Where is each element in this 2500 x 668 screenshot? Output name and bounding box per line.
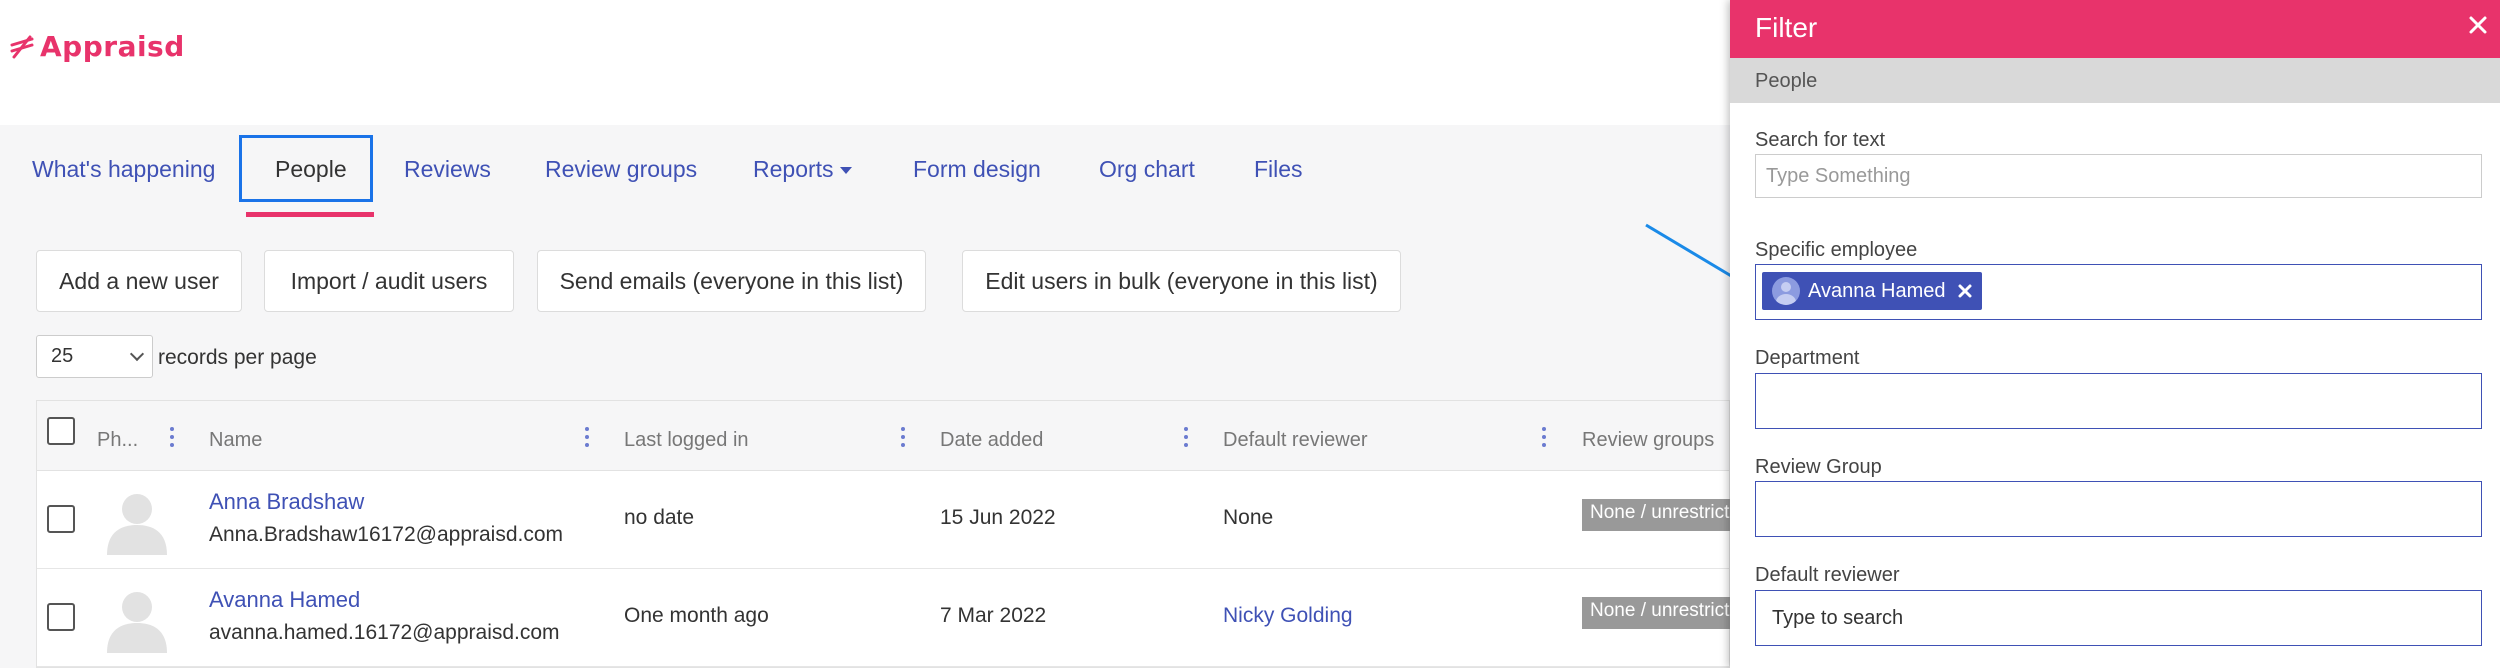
specific-employee-input[interactable]: Avanna Hamed	[1755, 264, 2482, 320]
column-menu-icon[interactable]	[170, 427, 174, 449]
records-per-page-label: records per page	[158, 346, 317, 369]
department-label: Department	[1755, 347, 1860, 369]
column-name[interactable]: Name	[209, 429, 262, 452]
table-row: Anna Bradshaw Anna.Bradshaw16172@apprais…	[37, 471, 1737, 569]
default-reviewer-value: None	[1223, 506, 1274, 529]
department-input[interactable]	[1755, 373, 2482, 429]
last-logged-in-value: One month ago	[624, 604, 769, 627]
default-reviewer-label: Default reviewer	[1755, 564, 1900, 586]
default-reviewer-placeholder: Type to search	[1772, 606, 1904, 629]
nav-item-people[interactable]: People	[275, 156, 347, 183]
column-last-logged-in[interactable]: Last logged in	[624, 429, 749, 452]
remove-tag-icon[interactable]	[1956, 282, 1974, 300]
user-email: Anna.Bradshaw16172@appraisd.com	[209, 523, 564, 546]
select-all-checkbox[interactable]	[47, 417, 75, 445]
column-menu-icon[interactable]	[901, 427, 905, 449]
review-group-badge: None / unrestricted	[1582, 597, 1737, 629]
send-emails-button[interactable]: Send emails (everyone in this list)	[537, 250, 926, 312]
search-text-input[interactable]: Type Something	[1755, 154, 2482, 198]
filter-panel-header: Filter	[1730, 0, 2500, 58]
nav-item-review-groups[interactable]: Review groups	[545, 156, 697, 183]
close-icon[interactable]	[2467, 14, 2489, 36]
nav-item-form-design[interactable]: Form design	[913, 156, 1041, 183]
filter-section-header: People	[1730, 58, 2500, 103]
employee-tag: Avanna Hamed	[1762, 272, 1982, 310]
main-nav: What's happening People Reviews Review g…	[0, 125, 1730, 220]
column-photo[interactable]: Ph...	[97, 429, 138, 452]
filter-section-title: People	[1755, 70, 1818, 92]
nav-item-whats-happening[interactable]: What's happening	[32, 156, 215, 183]
column-review-groups[interactable]: Review groups	[1582, 429, 1714, 452]
avatar-placeholder-icon	[107, 494, 167, 555]
column-menu-icon[interactable]	[585, 427, 589, 449]
nav-active-underline	[246, 212, 374, 217]
date-added-value: 15 Jun 2022	[940, 506, 1056, 529]
user-name-link[interactable]: Anna Bradshaw	[209, 489, 364, 515]
review-group-badge: None / unrestricted	[1582, 499, 1737, 531]
default-reviewer-link[interactable]: Nicky Golding	[1223, 604, 1353, 628]
filter-panel-title: Filter	[1755, 12, 1818, 43]
records-per-page-select[interactable]: 25	[36, 335, 153, 378]
employee-avatar-icon	[1772, 277, 1800, 305]
search-text-label: Search for text	[1755, 129, 1886, 151]
chevron-down-icon	[129, 346, 145, 362]
table-header: Ph... Name Last logged in Date added Def…	[37, 401, 1729, 471]
top-bar: Appraisd	[0, 0, 1730, 125]
nav-item-org-chart[interactable]: Org chart	[1099, 156, 1195, 183]
row-checkbox[interactable]	[47, 603, 75, 631]
nav-item-files[interactable]: Files	[1254, 156, 1303, 183]
table-row: Avanna Hamed avanna.hamed.16172@appraisd…	[37, 569, 1737, 667]
logo-mark-icon	[10, 35, 34, 58]
caret-down-icon	[839, 167, 852, 175]
logo-text: Appraisd	[40, 30, 185, 63]
search-text-placeholder: Type Something	[1766, 164, 1911, 187]
filter-panel: Filter People Search for text Type Somet…	[1730, 0, 2500, 668]
people-content: Add a new user Import / audit users Send…	[0, 220, 1737, 668]
user-name-link[interactable]: Avanna Hamed	[209, 587, 360, 613]
records-per-page-value: 25	[51, 345, 74, 367]
employee-tag-label: Avanna Hamed	[1808, 279, 1946, 302]
column-menu-icon[interactable]	[1542, 427, 1546, 449]
nav-item-reviews[interactable]: Reviews	[404, 156, 491, 183]
import-users-button[interactable]: Import / audit users	[264, 250, 514, 312]
column-default-reviewer[interactable]: Default reviewer	[1223, 429, 1368, 452]
people-table: Ph... Name Last logged in Date added Def…	[36, 400, 1737, 668]
row-checkbox[interactable]	[47, 505, 75, 533]
default-reviewer-input[interactable]: Type to search	[1755, 590, 2482, 646]
edit-users-bulk-button[interactable]: Edit users in bulk (everyone in this lis…	[962, 250, 1401, 312]
nav-item-reports[interactable]: Reports	[753, 156, 852, 183]
review-group-input[interactable]	[1755, 481, 2482, 537]
specific-employee-label: Specific employee	[1755, 239, 1918, 261]
nav-item-reports-label: Reports	[753, 156, 834, 182]
review-group-label: Review Group	[1755, 456, 1882, 478]
column-date-added[interactable]: Date added	[940, 429, 1043, 452]
appraisd-logo[interactable]: Appraisd	[10, 30, 185, 63]
last-logged-in-value: no date	[624, 506, 695, 529]
column-menu-icon[interactable]	[1184, 427, 1188, 449]
add-user-button[interactable]: Add a new user	[36, 250, 242, 312]
date-added-value: 7 Mar 2022	[940, 604, 1047, 627]
avatar-placeholder-icon	[107, 592, 167, 653]
user-email: avanna.hamed.16172@appraisd.com	[209, 621, 560, 644]
